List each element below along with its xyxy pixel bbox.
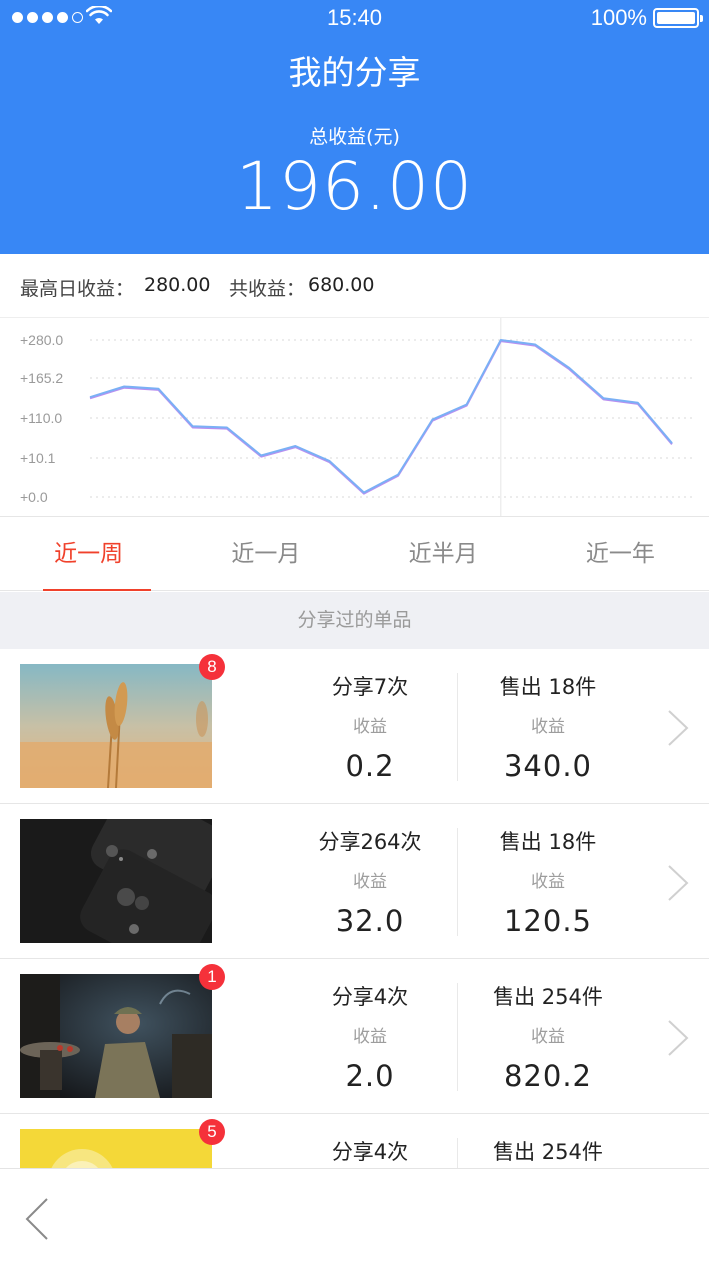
list-item[interactable]: 1 分享4次 收益 2.0 售出 254件 收益 820.2 (0, 959, 709, 1114)
sold-earnings-label: 收益 (531, 717, 565, 737)
share-earnings-value: 2.0 (345, 1059, 395, 1093)
column-divider (457, 828, 458, 936)
chevron-left-icon[interactable] (24, 1197, 50, 1241)
status-bar: 15:40 100% (0, 0, 709, 36)
earnings-line-chart[interactable]: +280.0 +165.2 +110.0 +10.1 +0.0 (0, 318, 709, 516)
total-label: 共收益： (229, 278, 306, 300)
bottom-bar (0, 1168, 709, 1261)
section-title: 分享过的单品 (0, 592, 709, 649)
sold-earnings-value: 820.2 (503, 1059, 593, 1093)
chevron-right-icon[interactable] (667, 709, 689, 747)
share-earnings-label: 收益 (353, 1027, 387, 1047)
column-divider (457, 1138, 458, 1168)
share-count: 分享264次 (318, 830, 422, 854)
sold-count: 售出 18件 (499, 830, 597, 854)
unread-badge: 5 (199, 1119, 225, 1145)
earnings-summary: 最高日收益： 280.00 共收益： 680.00 (0, 254, 709, 318)
series-line (89, 339, 673, 494)
tab-year[interactable]: 近一年 (532, 517, 709, 590)
sold-earnings-label: 收益 (531, 872, 565, 892)
y-tick-label: +165.2 (20, 370, 63, 386)
sold-earnings-value: 120.5 (503, 904, 593, 938)
share-earnings-label: 收益 (353, 717, 387, 737)
header: 15:40 100% 我的分享 总收益(元) 196.00 (0, 0, 709, 254)
product-image-old-man (20, 974, 212, 1098)
list-item[interactable]: 5 分享4次 收益 售出 254件 收益 (0, 1114, 709, 1168)
total-earnings-value: 196.00 (236, 148, 473, 225)
unread-badge: 1 (199, 964, 225, 990)
chevron-right-icon[interactable] (667, 1019, 689, 1057)
chevron-right-icon[interactable] (667, 864, 689, 902)
total-earnings-label: 总收益(元) (309, 126, 400, 148)
sold-count: 售出 18件 (499, 675, 597, 699)
tab-week[interactable]: 近一周 (0, 517, 177, 591)
tab-month[interactable]: 近一月 (177, 517, 354, 590)
column-divider (457, 983, 458, 1091)
list-item[interactable]: 8 分享7次 收益 0.2 售出 18件 收益 340.0 (0, 649, 709, 804)
product-image-wheat (20, 664, 212, 788)
period-tabs: 近一周 近一月 近半月 近一年 (0, 516, 709, 591)
sold-count: 售出 254件 (493, 1140, 603, 1164)
sold-count: 售出 254件 (493, 985, 603, 1009)
share-count: 分享4次 (331, 1140, 409, 1164)
series-line (89, 340, 673, 495)
y-tick-label: +280.0 (20, 332, 63, 348)
max-day-value: 280.00 (144, 274, 211, 296)
battery-icon (653, 8, 703, 28)
page-title: 我的分享 (288, 53, 421, 92)
share-count: 分享7次 (331, 675, 409, 699)
y-tick-label: +110.0 (20, 410, 62, 426)
share-earnings-label: 收益 (353, 872, 387, 892)
list-item[interactable]: 分享264次 收益 32.0 售出 18件 收益 120.5 (0, 804, 709, 959)
battery-percent: 100% (590, 5, 647, 30)
share-count: 分享4次 (331, 985, 409, 1009)
product-image-yellow (20, 1129, 212, 1168)
sold-earnings-value: 340.0 (503, 749, 593, 783)
sold-earnings-label: 收益 (531, 1027, 565, 1047)
column-divider (457, 673, 458, 781)
shared-items-list: 8 分享7次 收益 0.2 售出 18件 收益 340.0 分享264次 收益 … (0, 649, 709, 1168)
share-earnings-value: 32.0 (335, 904, 405, 938)
y-tick-label: +10.1 (20, 450, 56, 466)
max-day-label: 最高日收益： (20, 278, 135, 300)
y-tick-label: +0.0 (20, 489, 48, 505)
product-image-phone (20, 819, 212, 943)
tab-half-month[interactable]: 近半月 (355, 517, 532, 590)
unread-badge: 8 (199, 654, 225, 680)
share-earnings-value: 0.2 (345, 749, 395, 783)
total-value: 680.00 (308, 274, 375, 296)
